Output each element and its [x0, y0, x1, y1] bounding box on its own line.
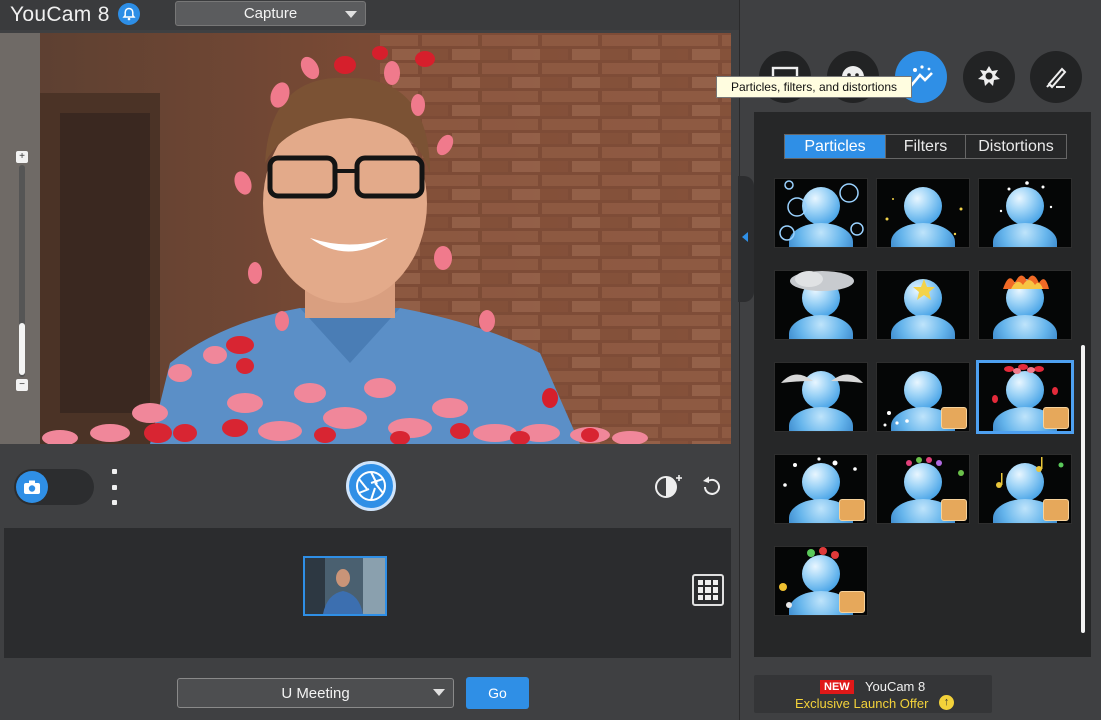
- premium-badge-icon: [839, 499, 865, 521]
- zoom-in-icon[interactable]: +: [16, 151, 28, 163]
- avatar-scene-icon[interactable]: [963, 51, 1015, 103]
- mode-dropdown[interactable]: Capture: [175, 1, 366, 26]
- more-options-icon[interactable]: [110, 469, 118, 505]
- notification-bell-icon[interactable]: [118, 3, 140, 25]
- tab-filters[interactable]: Filters: [886, 135, 966, 158]
- arrow-up-icon: ↑: [939, 695, 954, 710]
- captured-photo-thumbnail[interactable]: [303, 556, 387, 616]
- reset-icon[interactable]: [697, 472, 727, 502]
- chevron-left-icon: [742, 232, 748, 242]
- chevron-down-icon: [345, 11, 357, 18]
- tooltip: Particles, filters, and distortions: [716, 76, 912, 98]
- brightness-adjust-icon[interactable]: [654, 472, 684, 502]
- capture-controls: [0, 444, 739, 528]
- effect-balloons[interactable]: [774, 546, 868, 616]
- go-button[interactable]: Go: [466, 677, 529, 709]
- effect-rose-petals[interactable]: [976, 360, 1074, 434]
- tab-particles[interactable]: Particles: [785, 135, 886, 158]
- effect-storm-cloud[interactable]: [774, 270, 868, 340]
- camera-feed-image: [0, 33, 731, 444]
- promo-product-name: YouCam 8: [865, 679, 926, 694]
- effect-snowflakes[interactable]: [774, 454, 868, 524]
- tab-distortions[interactable]: Distortions: [966, 135, 1066, 158]
- meeting-app-value: U Meeting: [281, 684, 350, 702]
- captured-gallery: [4, 528, 731, 658]
- effects-tabs: Particles Filters Distortions: [784, 134, 1067, 159]
- photo-video-toggle[interactable]: [14, 469, 94, 505]
- effect-flower-crown[interactable]: [876, 454, 970, 524]
- shutter-button[interactable]: [346, 461, 396, 511]
- new-badge: NEW: [820, 680, 854, 694]
- effect-angel-wings[interactable]: [774, 362, 868, 432]
- youcam-window: YouCam 8 Capture + − U Meeting Go Partic…: [0, 0, 1101, 720]
- zoom-slider[interactable]: + −: [16, 151, 28, 391]
- mode-dropdown-value: Capture: [243, 5, 298, 22]
- premium-badge-icon: [941, 407, 967, 429]
- chevron-down-icon: [433, 689, 445, 696]
- effect-glitter[interactable]: [876, 178, 970, 248]
- promo-offer-text: Exclusive Launch Offer: [795, 696, 929, 711]
- effect-sparkle[interactable]: [978, 178, 1072, 248]
- effect-music-notes[interactable]: [978, 454, 1072, 524]
- premium-badge-icon: [839, 591, 865, 613]
- effect-snow[interactable]: [876, 362, 970, 432]
- zoom-thumb[interactable]: [19, 323, 25, 375]
- camera-preview[interactable]: + −: [0, 33, 731, 444]
- effects-scrollbar[interactable]: [1081, 345, 1085, 633]
- aperture-icon: [356, 471, 386, 501]
- gallery-grid-icon[interactable]: [692, 574, 724, 606]
- camera-icon: [16, 471, 48, 503]
- app-title: YouCam 8: [10, 3, 110, 26]
- premium-badge-icon: [1043, 407, 1069, 429]
- zoom-out-icon[interactable]: −: [16, 379, 28, 391]
- meeting-app-dropdown[interactable]: U Meeting: [177, 678, 454, 708]
- effect-bubbles[interactable]: [774, 178, 868, 248]
- footer-bar: U Meeting Go: [0, 658, 739, 720]
- premium-badge-icon: [1043, 499, 1069, 521]
- promo-banner[interactable]: NEW YouCam 8 Exclusive Launch Offer ↑: [754, 675, 992, 713]
- collapse-panel-handle[interactable]: [738, 176, 754, 302]
- effect-fire[interactable]: [978, 270, 1072, 340]
- premium-badge-icon: [941, 499, 967, 521]
- effect-star-dizzy[interactable]: [876, 270, 970, 340]
- brush-icon[interactable]: [1030, 51, 1082, 103]
